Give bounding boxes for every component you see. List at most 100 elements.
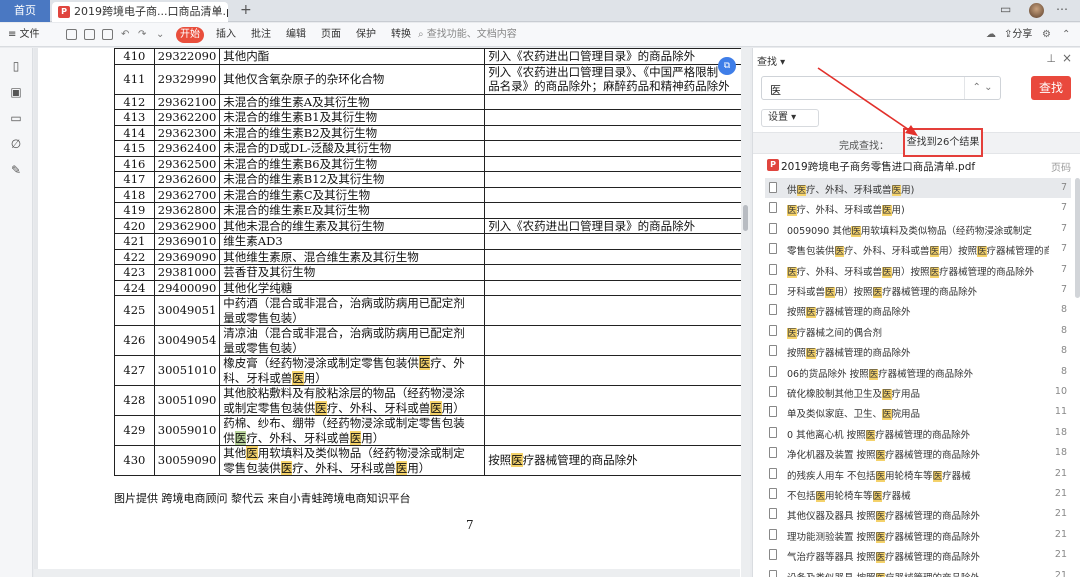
search-result-item[interactable]: 设备及类似器具 按照医疗器械管理的商品除外 21 xyxy=(765,566,1071,577)
search-result-item[interactable]: 按照医疗器械管理的商品除外 8 xyxy=(765,300,1071,320)
search-highlight: 医 xyxy=(796,185,807,196)
print-icon[interactable] xyxy=(102,29,113,40)
find-input-value: 医 xyxy=(770,84,781,97)
table-row: 417 29362600 未混合的维生素B12及其衍生物 xyxy=(114,171,743,188)
search-result-item[interactable]: 不包括医用轮椅车等医疗器械 21 xyxy=(765,484,1071,504)
menu-convert[interactable]: 转换 xyxy=(391,23,411,47)
close-icon[interactable]: × xyxy=(1062,51,1072,65)
result-scrollbar[interactable] xyxy=(1075,178,1080,298)
avatar[interactable] xyxy=(1029,3,1044,18)
product-note: 列入《农药进出口管理目录》的商品除外 xyxy=(484,217,743,234)
search-highlight: 医 xyxy=(882,409,892,421)
hs-code: 29362800 xyxy=(153,202,221,219)
translate-float-button[interactable]: ⧉ xyxy=(718,57,736,75)
table-row: 430 30059090 其他医用软填料及类似物品（经药物浸涂或制定 零售包装供医… xyxy=(114,445,743,476)
search-highlight: 医 xyxy=(882,389,892,400)
search-result-item[interactable]: 0 其他离心机 按照医疗器械管理的商品除外 18 xyxy=(765,423,1071,443)
search-result-item[interactable]: 按照医疗器械管理的商品除外 8 xyxy=(765,341,1071,361)
menu-insert[interactable]: 插入 xyxy=(216,23,236,47)
collapse-icon[interactable]: ⌃ xyxy=(1062,23,1070,47)
search-result-item[interactable]: 牙科或兽医用）按照医疗器械管理的商品除外 7 xyxy=(765,280,1071,300)
product-note xyxy=(484,140,743,157)
product-note xyxy=(484,295,743,326)
share-button[interactable]: ⇪分享 xyxy=(1004,23,1032,47)
attachment-icon[interactable]: ∅ xyxy=(10,138,22,150)
hs-code: 30049054 xyxy=(153,325,221,356)
search-result-item[interactable]: 其他仪器及器具 按照医疗器械管理的商品除外 21 xyxy=(765,504,1071,524)
search-result-item[interactable]: 医疗器械之间的偶合剂 8 xyxy=(765,321,1071,341)
find-button[interactable]: 查找 xyxy=(1031,76,1071,100)
row-number: 415 xyxy=(114,140,155,157)
product-note xyxy=(484,415,743,446)
tab-document[interactable]: P 2019跨境电子商...口商品清单.pdf xyxy=(52,2,228,22)
menu-edit[interactable]: 编辑 xyxy=(286,23,306,47)
product-name: 未混合的维生素B2及其衍生物 xyxy=(219,124,486,141)
layout-icon[interactable]: ▭ xyxy=(1000,2,1011,16)
menu-comment[interactable]: 批注 xyxy=(251,23,271,47)
find-panel-title[interactable]: 查找 ▾ xyxy=(757,53,785,68)
settings-dropdown[interactable]: 设置 ▾ xyxy=(761,109,819,127)
search-result-item[interactable]: 硫化橡胶制其他卫生及医疗用品 10 xyxy=(765,382,1071,402)
search-result-item[interactable]: 0059090 其他医用软填料及类似物品（经药物浸涂或制定 7 xyxy=(765,219,1071,239)
search-result-item[interactable]: 单及类似家庭、卫生、医院用品 11 xyxy=(765,402,1071,422)
table-row: 414 29362300 未混合的维生素B2及其衍生物 xyxy=(114,124,743,141)
result-text: 医疗、外科、牙科或兽医用）按照医疗器械管理的商品除外 xyxy=(787,266,1035,278)
result-file-row[interactable]: P 2019跨境电子商务零售进口商品清单.pdf 页码 xyxy=(767,158,1073,174)
toolbar-search[interactable]: ⌕ 查找功能、文档内容 xyxy=(418,23,517,47)
search-result-item[interactable]: 06的货品除外 按照医疗器械管理的商品除外 8 xyxy=(765,362,1071,382)
menu-protect[interactable]: 保护 xyxy=(356,23,376,47)
product-note xyxy=(484,155,743,172)
search-result-item[interactable]: 的残疾人用车 不包括医用轮椅车等医疗器械 21 xyxy=(765,464,1071,484)
product-note xyxy=(484,202,743,219)
search-result-item[interactable]: 理功能测验装置 按照医疗器械管理的商品除外 21 xyxy=(765,525,1071,545)
start-button[interactable]: 开始 xyxy=(176,27,204,43)
search-highlight: 医 xyxy=(875,552,886,564)
sign-icon[interactable]: ✎ xyxy=(10,164,22,176)
product-name: 其他胶粘敷料及有胶粘涂层的物品（经药物浸涂 或制定零售包装供医疗、外科、牙科或兽医… xyxy=(219,385,486,416)
product-name: 中药酒（混合或非混合，治病或防病用已配定剂 量或零售包装） xyxy=(219,295,486,326)
search-result-item[interactable]: 气治疗器等器具 按照医疗器械管理的商品除外 21 xyxy=(765,545,1071,565)
thumbnail-icon[interactable]: ▣ xyxy=(10,86,22,98)
dropdown-icon[interactable]: ⌄ xyxy=(156,23,164,47)
toolbar: ≡ 文件 ↶ ↷ ⌄ 开始 插入 批注 编辑 页面 保护 转换 ⌕ 查找功能、文… xyxy=(0,23,1080,47)
product-note xyxy=(484,385,743,416)
more-icon[interactable]: ⋯ xyxy=(1056,2,1068,16)
bookmark-icon[interactable]: ▯ xyxy=(10,60,22,72)
file-menu[interactable]: ≡ 文件 xyxy=(8,23,40,47)
row-number: 427 xyxy=(114,355,155,386)
search-result-item[interactable]: 零售包装供医疗、外科、牙科或兽医用）按照医疗器械管理的商 7 xyxy=(765,239,1071,259)
table-row: 421 29369010 维生素AD3 xyxy=(114,233,743,250)
settings-icon[interactable]: ⚙ xyxy=(1042,23,1051,47)
undo-icon[interactable]: ↶ xyxy=(121,23,129,47)
search-highlight: 医 xyxy=(875,511,886,523)
result-page: 7 xyxy=(1060,284,1067,295)
document-icon xyxy=(769,488,777,499)
product-name: 药棉、纱布、绷带（经药物浸涂或制定零售包装 供医疗、外科、牙科或兽医用） xyxy=(219,415,486,446)
cloud-icon[interactable]: ☁ xyxy=(986,23,996,47)
find-input[interactable]: 医 ⌃ ⌄ xyxy=(761,76,1001,100)
document-icon xyxy=(769,569,777,577)
hs-code: 29362200 xyxy=(153,109,221,126)
search-result-item[interactable]: 供医疗、外科、牙科或兽医用) 7 xyxy=(765,178,1071,198)
prev-next-arrows[interactable]: ⌃ ⌄ xyxy=(964,77,1000,99)
open-icon[interactable] xyxy=(66,29,77,40)
save-icon[interactable] xyxy=(84,29,95,40)
document-scroll-thumb[interactable] xyxy=(743,205,748,231)
new-tab-button[interactable]: + xyxy=(240,2,252,18)
comment-icon[interactable]: ▭ xyxy=(10,112,22,124)
search-result-item[interactable]: 净化机器及装置 按照医疗器械管理的商品除外 18 xyxy=(765,443,1071,463)
search-result-item[interactable]: 医疗、外科、牙科或兽医用) 7 xyxy=(765,198,1071,218)
tab-home[interactable]: 首页 xyxy=(0,0,50,22)
menu-page[interactable]: 页面 xyxy=(321,23,341,47)
page-number: 7 xyxy=(466,518,474,532)
product-name: 未混合的维生素E及其衍生物 xyxy=(219,202,486,219)
row-number: 428 xyxy=(114,385,155,416)
search-result-item[interactable]: 医疗、外科、牙科或兽医用）按照医疗器械管理的商品除外 7 xyxy=(765,260,1071,280)
document-viewport[interactable]: 410 29322090 其他内酯 列入《农药进出口管理目录》的商品除外 411 2932… xyxy=(34,48,750,577)
horizontal-scrollbar[interactable] xyxy=(34,569,740,577)
pin-icon[interactable]: ⊥ xyxy=(1046,52,1056,65)
document-scrollbar[interactable] xyxy=(741,48,750,577)
redo-icon[interactable]: ↷ xyxy=(138,23,146,47)
product-note xyxy=(484,109,743,126)
close-tab-icon[interactable]: × xyxy=(212,2,222,16)
